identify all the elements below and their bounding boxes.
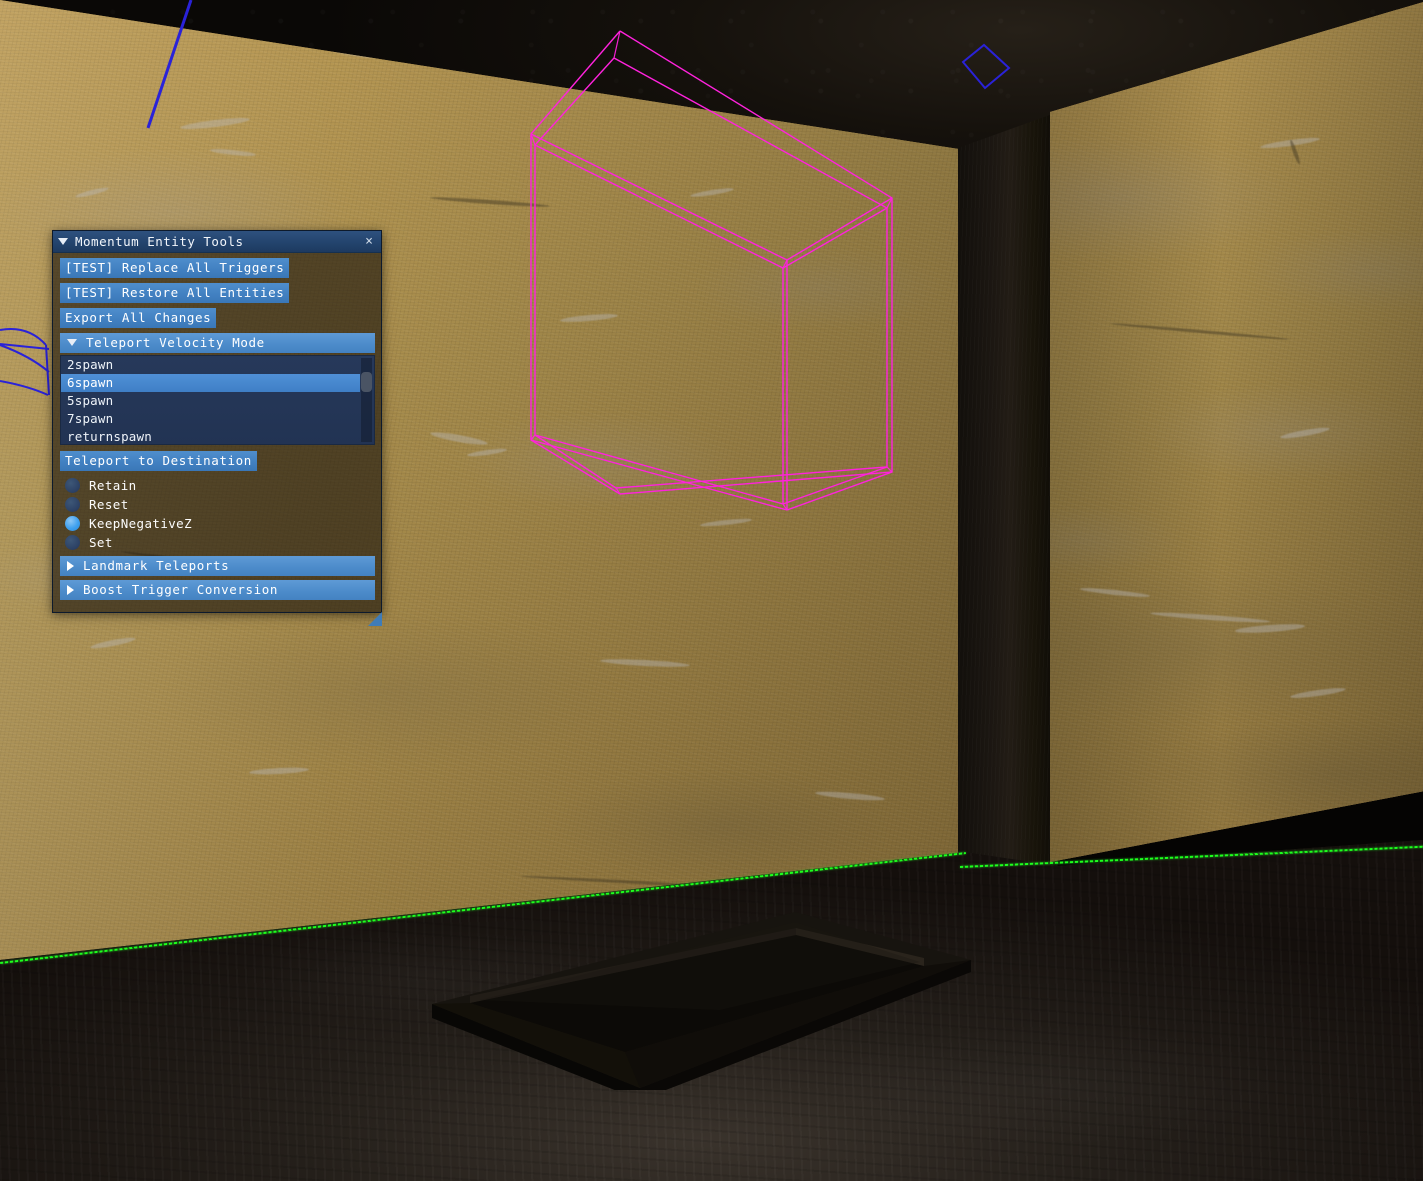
helper-line-top-left [146, 0, 193, 129]
radio-row-set[interactable]: Set [60, 533, 375, 552]
teleport-to-destination-button[interactable]: Teleport to Destination [60, 451, 257, 471]
momentum-entity-tools-panel[interactable]: Momentum Entity Tools × [TEST] Replace A… [52, 230, 382, 626]
game-viewport[interactable]: Momentum Entity Tools × [TEST] Replace A… [0, 0, 1423, 1181]
radio-icon[interactable] [65, 478, 80, 493]
triangle-down-icon [67, 339, 77, 346]
triangle-down-icon[interactable] [58, 238, 68, 245]
list-item[interactable]: 6spawn [61, 374, 360, 392]
panel-resize-grip[interactable] [368, 612, 382, 626]
section-header-teleport-velocity-mode[interactable]: Teleport Velocity Mode [60, 333, 375, 353]
list-scrollbar-track[interactable] [361, 358, 372, 442]
radio-label: Reset [89, 497, 129, 512]
section-header-label: Teleport Velocity Mode [86, 335, 265, 350]
triangle-right-icon [67, 560, 74, 571]
list-item[interactable]: 7spawn [61, 410, 374, 428]
panel-title: Momentum Entity Tools [75, 234, 244, 249]
section-header-boost-trigger-conversion[interactable]: Boost Trigger Conversion [60, 580, 375, 600]
section-header-label: Boost Trigger Conversion [83, 582, 279, 597]
panel-body: [TEST] Replace All Triggers [TEST] Resto… [53, 253, 382, 626]
list-scrollbar-thumb[interactable] [361, 372, 372, 392]
radio-icon[interactable] [65, 497, 80, 512]
radio-icon[interactable] [65, 535, 80, 550]
panel-titlebar[interactable]: Momentum Entity Tools × [53, 231, 381, 253]
list-item[interactable]: 5spawn [61, 392, 374, 410]
export-all-changes-button[interactable]: Export All Changes [60, 308, 217, 328]
radio-label: Set [89, 535, 113, 550]
radio-row-keepnegativez[interactable]: KeepNegativeZ [60, 514, 375, 533]
radio-icon-selected[interactable] [65, 516, 80, 531]
triangle-right-icon [67, 584, 74, 595]
close-icon[interactable]: × [363, 235, 375, 248]
section-header-landmark-teleports[interactable]: Landmark Teleports [60, 556, 375, 576]
ceiling-marker-quad [961, 43, 1011, 90]
radio-label: Retain [89, 478, 137, 493]
radio-row-retain[interactable]: Retain [60, 476, 375, 495]
radio-row-reset[interactable]: Reset [60, 495, 375, 514]
radio-label: KeepNegativeZ [89, 516, 193, 531]
section-header-label: Landmark Teleports [83, 558, 230, 573]
restore-all-entities-button[interactable]: [TEST] Restore All Entities [60, 283, 290, 303]
list-item[interactable]: returnspawn [61, 428, 374, 444]
teleport-destination-list[interactable]: 2spawn 6spawn 5spawn 7spawn returnspawn [60, 355, 375, 445]
list-item[interactable]: 2spawn [61, 356, 374, 374]
replace-all-triggers-button[interactable]: [TEST] Replace All Triggers [60, 258, 290, 278]
